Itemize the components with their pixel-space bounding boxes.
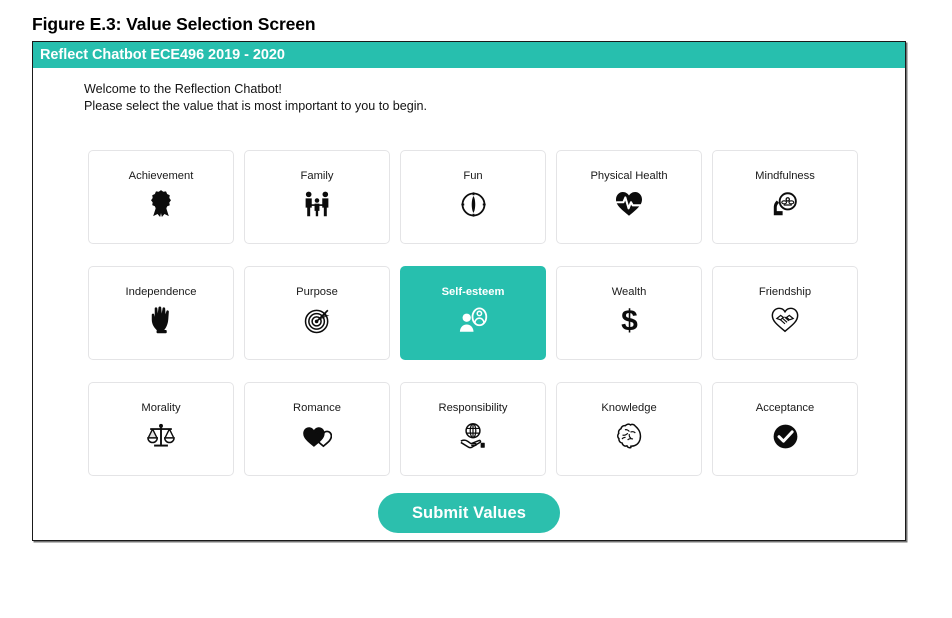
value-card-family[interactable]: Family bbox=[244, 150, 390, 244]
app-window: Reflect Chatbot ECE496 2019 - 2020 Welco… bbox=[32, 41, 906, 541]
app-body: Welcome to the Reflection Chatbot! Pleas… bbox=[33, 68, 905, 540]
figure-page: Figure E.3: Value Selection Screen Refle… bbox=[0, 0, 952, 618]
value-card-independence[interactable]: Independence bbox=[88, 266, 234, 360]
value-card-label: Physical Health bbox=[590, 170, 668, 182]
value-card-label: Family bbox=[300, 170, 334, 182]
value-card-friendship[interactable]: Friendship bbox=[712, 266, 858, 360]
compass-icon bbox=[401, 189, 545, 219]
value-card-achievement[interactable]: Achievement bbox=[88, 150, 234, 244]
head-meditation-icon bbox=[713, 189, 857, 219]
intro-line-2: Please select the value that is most imp… bbox=[84, 99, 428, 113]
value-card-label: Fun bbox=[463, 170, 483, 182]
app-title: Reflect Chatbot ECE496 2019 - 2020 bbox=[40, 47, 285, 63]
submit-button-container: Submit Values bbox=[33, 493, 905, 533]
value-card-label: Friendship bbox=[758, 286, 812, 298]
two-hearts-icon bbox=[245, 421, 389, 451]
value-card-knowledge[interactable]: Knowledge bbox=[556, 382, 702, 476]
heart-pulse-icon bbox=[557, 189, 701, 219]
value-card-label: Morality bbox=[141, 402, 181, 414]
value-card-romance[interactable]: Romance bbox=[244, 382, 390, 476]
value-card-physical-health[interactable]: Physical Health bbox=[556, 150, 702, 244]
value-card-label: Achievement bbox=[128, 170, 194, 182]
globe-in-hand-icon bbox=[401, 421, 545, 451]
value-card-label: Wealth bbox=[611, 286, 647, 298]
person-mirror-icon bbox=[401, 305, 545, 335]
value-card-wealth[interactable]: Wealth $ bbox=[556, 266, 702, 360]
value-card-mindfulness[interactable]: Mindfulness bbox=[712, 150, 858, 244]
value-card-acceptance[interactable]: Acceptance bbox=[712, 382, 858, 476]
target-dart-icon bbox=[245, 305, 389, 335]
value-card-label: Responsibility bbox=[438, 402, 508, 414]
value-card-grid: Achievement Family Fun Physical Health Mindf… bbox=[88, 150, 858, 476]
balance-scales-icon bbox=[89, 421, 233, 451]
family-people-icon bbox=[245, 189, 389, 219]
heart-handshake-icon bbox=[713, 305, 857, 335]
value-card-self-esteem[interactable]: Self-esteem bbox=[400, 266, 546, 360]
value-card-label: Romance bbox=[293, 402, 341, 414]
value-card-morality[interactable]: Morality bbox=[88, 382, 234, 476]
award-ribbon-icon bbox=[89, 189, 233, 219]
value-card-purpose[interactable]: Purpose bbox=[244, 266, 390, 360]
value-card-label: Purpose bbox=[296, 286, 338, 298]
dollar-sign-icon: $ bbox=[557, 305, 701, 335]
raised-fist-icon bbox=[89, 305, 233, 335]
value-card-label: Mindfulness bbox=[755, 170, 815, 182]
value-card-label: Independence bbox=[125, 286, 197, 298]
brain-icon bbox=[557, 421, 701, 451]
app-header: Reflect Chatbot ECE496 2019 - 2020 bbox=[33, 42, 905, 68]
value-card-fun[interactable]: Fun bbox=[400, 150, 546, 244]
value-card-label: Self-esteem bbox=[441, 286, 505, 298]
intro-line-1: Welcome to the Reflection Chatbot! bbox=[84, 82, 282, 96]
intro-text: Welcome to the Reflection Chatbot! Pleas… bbox=[84, 81, 427, 115]
value-card-responsibility[interactable]: Responsibility bbox=[400, 382, 546, 476]
value-card-label: Knowledge bbox=[601, 402, 657, 414]
svg-text:$: $ bbox=[621, 305, 638, 335]
figure-caption: Figure E.3: Value Selection Screen bbox=[32, 14, 316, 34]
submit-values-button[interactable]: Submit Values bbox=[377, 493, 561, 533]
value-card-label: Acceptance bbox=[755, 402, 815, 414]
check-circle-icon bbox=[713, 421, 857, 451]
